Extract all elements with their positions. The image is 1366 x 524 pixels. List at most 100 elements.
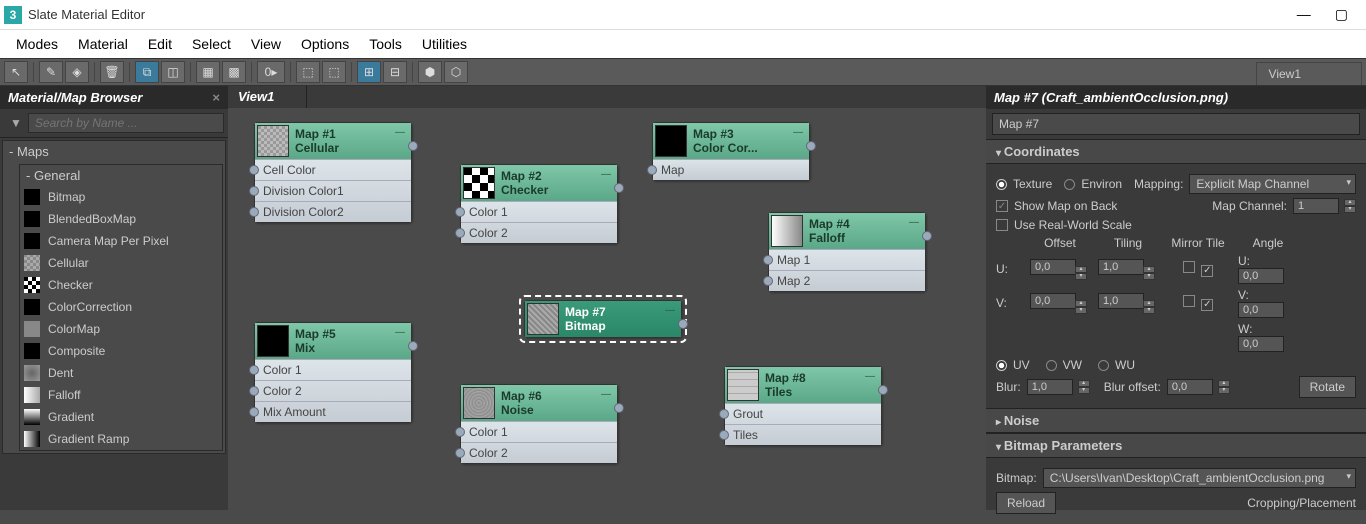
output-socket[interactable] — [922, 231, 932, 241]
canvas-view-tab[interactable]: View1 — [228, 86, 307, 108]
layout-v-tool[interactable]: ⬚ — [322, 61, 346, 83]
slot[interactable]: Color 1 — [255, 359, 411, 380]
slot[interactable]: Cell Color — [255, 159, 411, 180]
node-collapse-icon[interactable]: — — [909, 215, 919, 228]
output-socket[interactable] — [878, 385, 888, 395]
node-collapse-icon[interactable]: — — [601, 167, 611, 180]
slot[interactable]: Tiles — [725, 424, 881, 445]
slot[interactable]: Color 1 — [461, 421, 617, 442]
layout-children-tool[interactable]: ⊟ — [383, 61, 407, 83]
menu-edit[interactable]: Edit — [138, 32, 182, 56]
output-socket[interactable] — [806, 141, 816, 151]
slot[interactable]: Map 1 — [769, 249, 925, 270]
maximize-button[interactable]: ▢ — [1335, 6, 1348, 23]
preview-tool[interactable]: 0▸ — [257, 61, 285, 83]
node-map8[interactable]: Map #8Tiles— Grout Tiles — [724, 366, 882, 446]
search-toggle-icon[interactable]: ▼ — [10, 116, 22, 130]
item-cellular[interactable]: Cellular — [20, 252, 222, 274]
mapping-dropdown[interactable]: Explicit Map Channel — [1189, 174, 1356, 194]
map-name-field[interactable]: Map #7 — [992, 113, 1360, 135]
slot[interactable]: Color 1 — [461, 201, 617, 222]
node-map4[interactable]: Map #4Falloff— Map 1 Map 2 — [768, 212, 926, 292]
cursor-tool[interactable]: ↖ — [4, 61, 28, 83]
layout-h-tool[interactable]: ⬚ — [296, 61, 320, 83]
assign-tool[interactable]: ◈ — [65, 61, 89, 83]
chk-show-map[interactable] — [996, 200, 1008, 212]
output-socket[interactable] — [614, 183, 624, 193]
angle-u[interactable]: 0,0 — [1238, 268, 1284, 284]
tiling-v[interactable]: 1,0 — [1098, 293, 1144, 309]
blur-spinner[interactable]: 1,0 — [1027, 379, 1073, 395]
mat-id-tool[interactable]: ⬢ — [418, 61, 442, 83]
node-collapse-icon[interactable]: — — [395, 125, 405, 138]
slot[interactable]: Color 2 — [461, 442, 617, 463]
radio-environ[interactable] — [1064, 179, 1075, 190]
radio-vw[interactable] — [1046, 360, 1057, 371]
node-map6[interactable]: Map #6Noise— Color 1 Color 2 — [460, 384, 618, 464]
bg-tool[interactable]: ▩ — [222, 61, 246, 83]
node-collapse-icon[interactable]: — — [395, 325, 405, 338]
search-input[interactable] — [28, 113, 224, 133]
node-map2[interactable]: Map #2Checker— Color 1 Color 2 — [460, 164, 618, 244]
node-canvas[interactable]: View1 Map #1Cellular— Cell Color Divisio… — [228, 86, 986, 510]
item-falloff[interactable]: Falloff — [20, 384, 222, 406]
browser-tree[interactable]: Maps General Bitmap BlendedBoxMap Camera… — [0, 138, 228, 510]
item-bitmap[interactable]: Bitmap — [20, 186, 222, 208]
menu-utilities[interactable]: Utilities — [412, 32, 477, 56]
slot[interactable]: Color 2 — [461, 222, 617, 243]
rotate-button[interactable]: Rotate — [1299, 376, 1356, 398]
tiling-u[interactable]: 1,0 — [1098, 259, 1144, 275]
blur-offset-spinner[interactable]: 0,0 — [1167, 379, 1213, 395]
minimize-button[interactable]: — — [1297, 6, 1311, 23]
move-children-tool[interactable]: ⧉ — [135, 61, 159, 83]
node-map7[interactable]: Map #7Bitmap— — [524, 300, 682, 338]
radio-wu[interactable] — [1098, 360, 1109, 371]
slot[interactable]: Division Color1 — [255, 180, 411, 201]
output-socket[interactable] — [408, 341, 418, 351]
select-by-tool[interactable]: ⬡ — [444, 61, 468, 83]
slot[interactable]: Grout — [725, 403, 881, 424]
slot[interactable]: Mix Amount — [255, 401, 411, 422]
offset-v[interactable]: 0,0 — [1030, 293, 1076, 309]
menu-modes[interactable]: Modes — [6, 32, 68, 56]
menu-tools[interactable]: Tools — [359, 32, 412, 56]
radio-uv[interactable] — [996, 360, 1007, 371]
mirror-u[interactable] — [1183, 261, 1195, 273]
map-channel-spinner[interactable]: 1 — [1293, 198, 1339, 214]
item-camera-map[interactable]: Camera Map Per Pixel — [20, 230, 222, 252]
angle-v[interactable]: 0,0 — [1238, 302, 1284, 318]
tile-u[interactable] — [1201, 265, 1213, 277]
item-colorcorrection[interactable]: ColorCorrection — [20, 296, 222, 318]
item-blendedboxmap[interactable]: BlendedBoxMap — [20, 208, 222, 230]
item-colormap[interactable]: ColorMap — [20, 318, 222, 340]
delete-tool[interactable]: 🗑 — [100, 61, 124, 83]
hide-unused-tool[interactable]: ◫ — [161, 61, 185, 83]
group-maps[interactable]: Maps — [3, 141, 225, 162]
chk-real-world[interactable] — [996, 219, 1008, 231]
output-socket[interactable] — [408, 141, 418, 151]
mirror-v[interactable] — [1183, 295, 1195, 307]
show-end-tool[interactable]: ▦ — [196, 61, 220, 83]
section-bitmap-params[interactable]: Bitmap Parameters — [986, 433, 1366, 458]
menu-view[interactable]: View — [241, 32, 291, 56]
slot[interactable]: Color 2 — [255, 380, 411, 401]
slot[interactable]: Map — [653, 159, 809, 180]
menu-options[interactable]: Options — [291, 32, 359, 56]
output-socket[interactable] — [678, 319, 688, 329]
browser-close[interactable]: × — [212, 90, 220, 105]
node-map3[interactable]: Map #3Color Cor...— Map — [652, 122, 810, 181]
item-dent[interactable]: Dent — [20, 362, 222, 384]
group-general[interactable]: General — [20, 165, 222, 186]
output-socket[interactable] — [614, 403, 624, 413]
view-tab-top[interactable]: View1 — [1256, 62, 1362, 85]
item-checker[interactable]: Checker — [20, 274, 222, 296]
menu-select[interactable]: Select — [182, 32, 241, 56]
layout-all-tool[interactable]: ⊞ — [357, 61, 381, 83]
tile-v[interactable] — [1201, 299, 1213, 311]
node-collapse-icon[interactable]: — — [665, 303, 675, 316]
node-collapse-icon[interactable]: — — [793, 125, 803, 138]
node-map5[interactable]: Map #5Mix— Color 1 Color 2 Mix Amount — [254, 322, 412, 423]
item-gradient[interactable]: Gradient — [20, 406, 222, 428]
node-collapse-icon[interactable]: — — [865, 369, 875, 382]
slot[interactable]: Division Color2 — [255, 201, 411, 222]
